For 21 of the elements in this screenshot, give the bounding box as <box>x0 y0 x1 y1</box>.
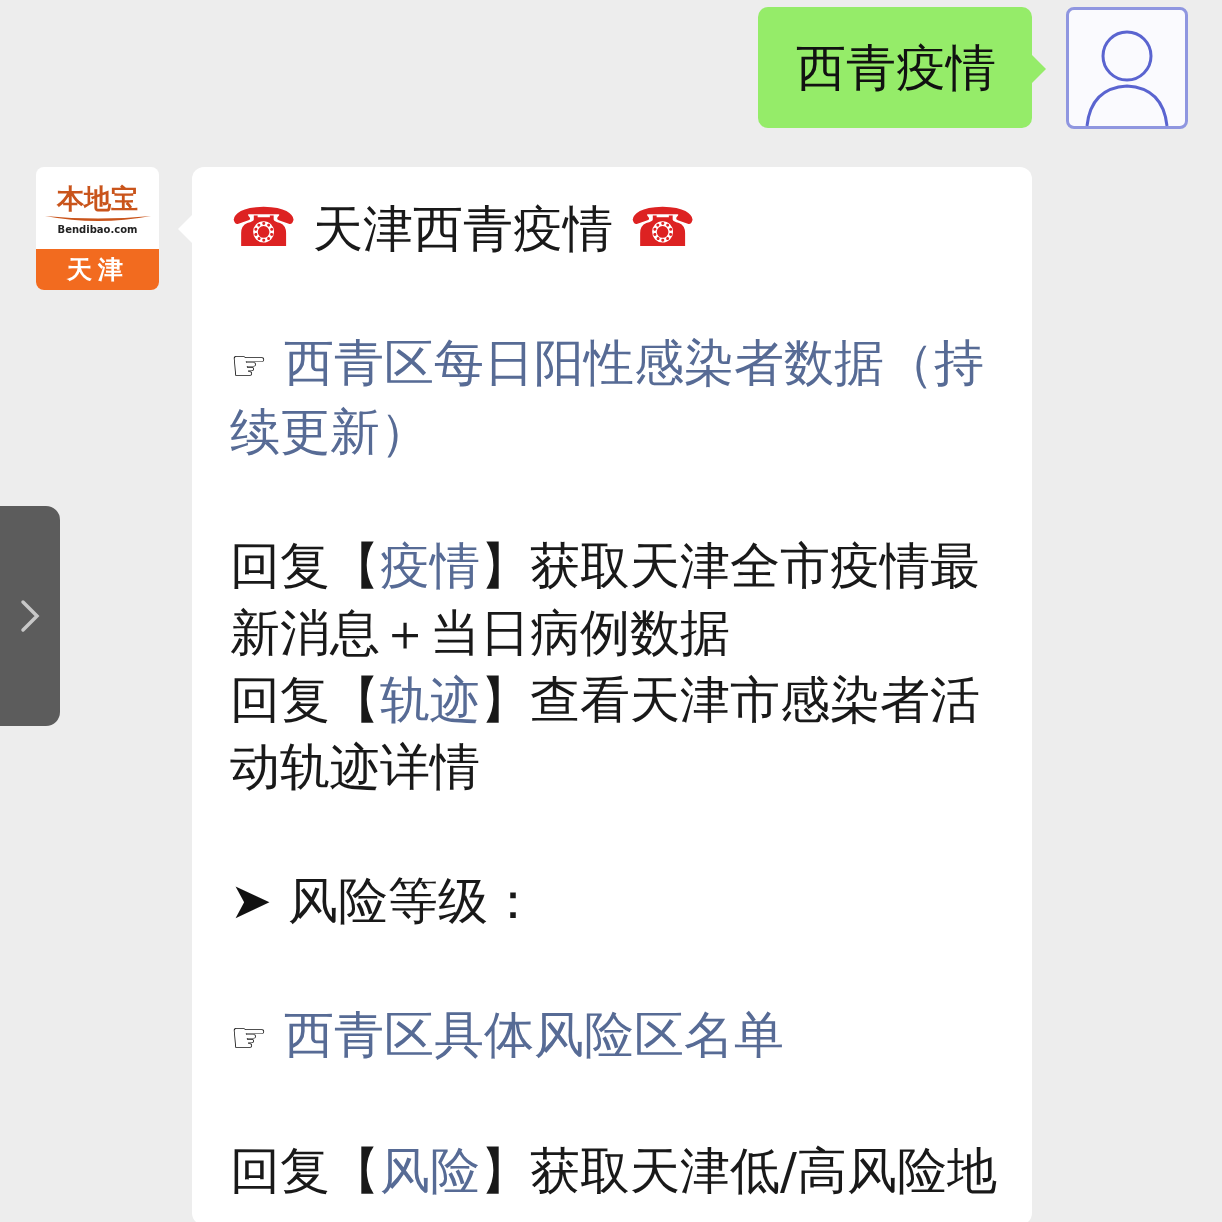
article-link[interactable]: ☞ 西青区具体风险区名单 <box>230 1002 1004 1071</box>
keyword-link[interactable]: 疫情 <box>380 537 480 595</box>
article-link[interactable]: ☞ 西青区每日阳性感染者数据（持续更新） <box>230 330 1004 466</box>
keyword-link[interactable]: 风险 <box>380 1142 480 1200</box>
telephone-symbol: ☎ <box>629 196 697 259</box>
logo-city-label: 天津 <box>36 249 159 290</box>
account-logo[interactable]: 本地宝 Bendibao.com 天津 <box>36 167 159 290</box>
message-title: 天津西青疫情 <box>313 200 614 258</box>
reply-instruction: 回复【风险】获取天津低/高风险地 <box>230 1141 998 1202</box>
chevron-right-icon <box>20 599 40 633</box>
side-drawer-handle[interactable] <box>0 506 60 726</box>
arrow-symbol: ➤ <box>230 872 272 930</box>
telephone-symbol: ☎ <box>230 196 298 259</box>
keyword-link[interactable]: 轨迹 <box>380 671 480 729</box>
reply-instruction: 回复【疫情】获取天津全市疫情最新消息＋当日病例数据 <box>230 536 981 664</box>
user-avatar[interactable] <box>1066 7 1188 129</box>
section-heading: 风险等级： <box>287 872 538 930</box>
reply-instruction: 回复【轨迹】查看天津市感染者活动轨迹详情 <box>230 670 981 798</box>
logo-domain: Bendibao.com <box>57 225 138 235</box>
logo-wordmark: 本地宝 <box>57 185 138 212</box>
message-text: 西青疫情 <box>796 42 996 93</box>
